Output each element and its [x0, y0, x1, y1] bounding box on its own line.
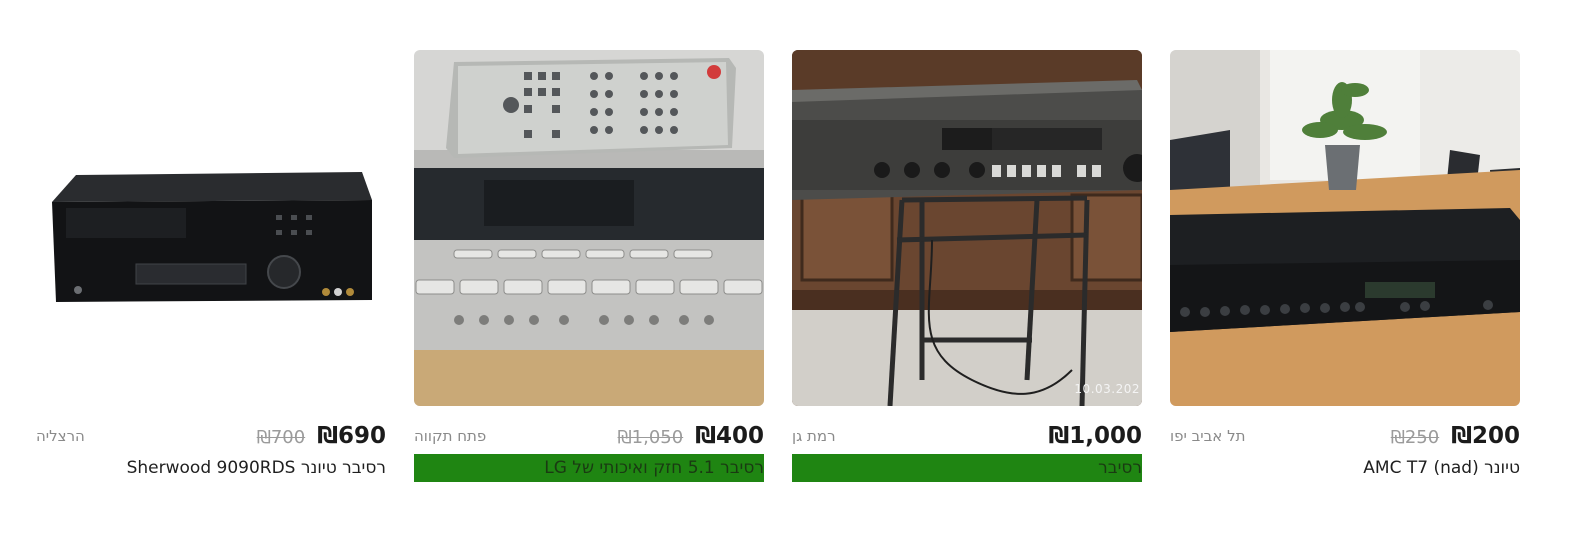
price: ₪690: [317, 423, 386, 449]
listing-meta: ₪400 ₪1,050 פתח תקווה: [414, 420, 764, 452]
price: ₪1,000: [1048, 423, 1142, 449]
price-group: ₪200 ₪250: [1391, 423, 1520, 449]
old-price: ₪250: [1390, 427, 1440, 448]
listing-meta: ₪690 ₪700 הרצליה: [36, 420, 386, 452]
listings-grid: ₪200 ₪250 תל אביב יפו טיונר (nad) AMC T7: [36, 50, 1520, 490]
listing-title[interactable]: רסיבר: [792, 454, 1142, 482]
price: ₪400: [695, 423, 764, 449]
photo-date-stamp: 10.03.202: [1074, 382, 1140, 396]
listing-card[interactable]: ₪400 ₪1,050 פתח תקווה רסיבר 5.1 חזק ואיכ…: [414, 50, 764, 490]
location: הרצליה: [36, 427, 85, 445]
listing-title[interactable]: טיונר (nad) AMC T7: [1170, 454, 1520, 482]
listing-image[interactable]: [414, 50, 764, 406]
price: ₪200: [1451, 423, 1520, 449]
listing-meta: ₪1,000 רמת גן: [792, 420, 1142, 452]
location: פתח תקווה: [414, 427, 487, 445]
price-group: ₪1,000: [1048, 423, 1142, 449]
listing-meta: ₪200 ₪250 תל אביב יפו: [1170, 420, 1520, 452]
price-group: ₪690 ₪700: [257, 423, 386, 449]
price-group: ₪400 ₪1,050: [618, 423, 764, 449]
listing-card[interactable]: ₪690 ₪700 הרצליה רסיבר טיונר Sherwood 90…: [36, 50, 386, 490]
listing-title[interactable]: רסיבר 5.1 חזק ואיכותי של LG: [414, 454, 764, 482]
old-price: ₪700: [256, 427, 306, 448]
listing-image[interactable]: [36, 50, 386, 406]
listing-title[interactable]: רסיבר טיונר Sherwood 9090RDS: [36, 454, 386, 482]
listing-card[interactable]: 10.03.202 ₪1,000 רמת גן רסיבר: [792, 50, 1142, 490]
old-price: ₪1,050: [617, 427, 684, 448]
location: רמת גן: [792, 427, 836, 445]
listing-card[interactable]: ₪200 ₪250 תל אביב יפו טיונר (nad) AMC T7: [1170, 50, 1520, 490]
listing-image[interactable]: 10.03.202: [792, 50, 1142, 406]
listing-image[interactable]: [1170, 50, 1520, 406]
location: תל אביב יפו: [1170, 427, 1246, 445]
